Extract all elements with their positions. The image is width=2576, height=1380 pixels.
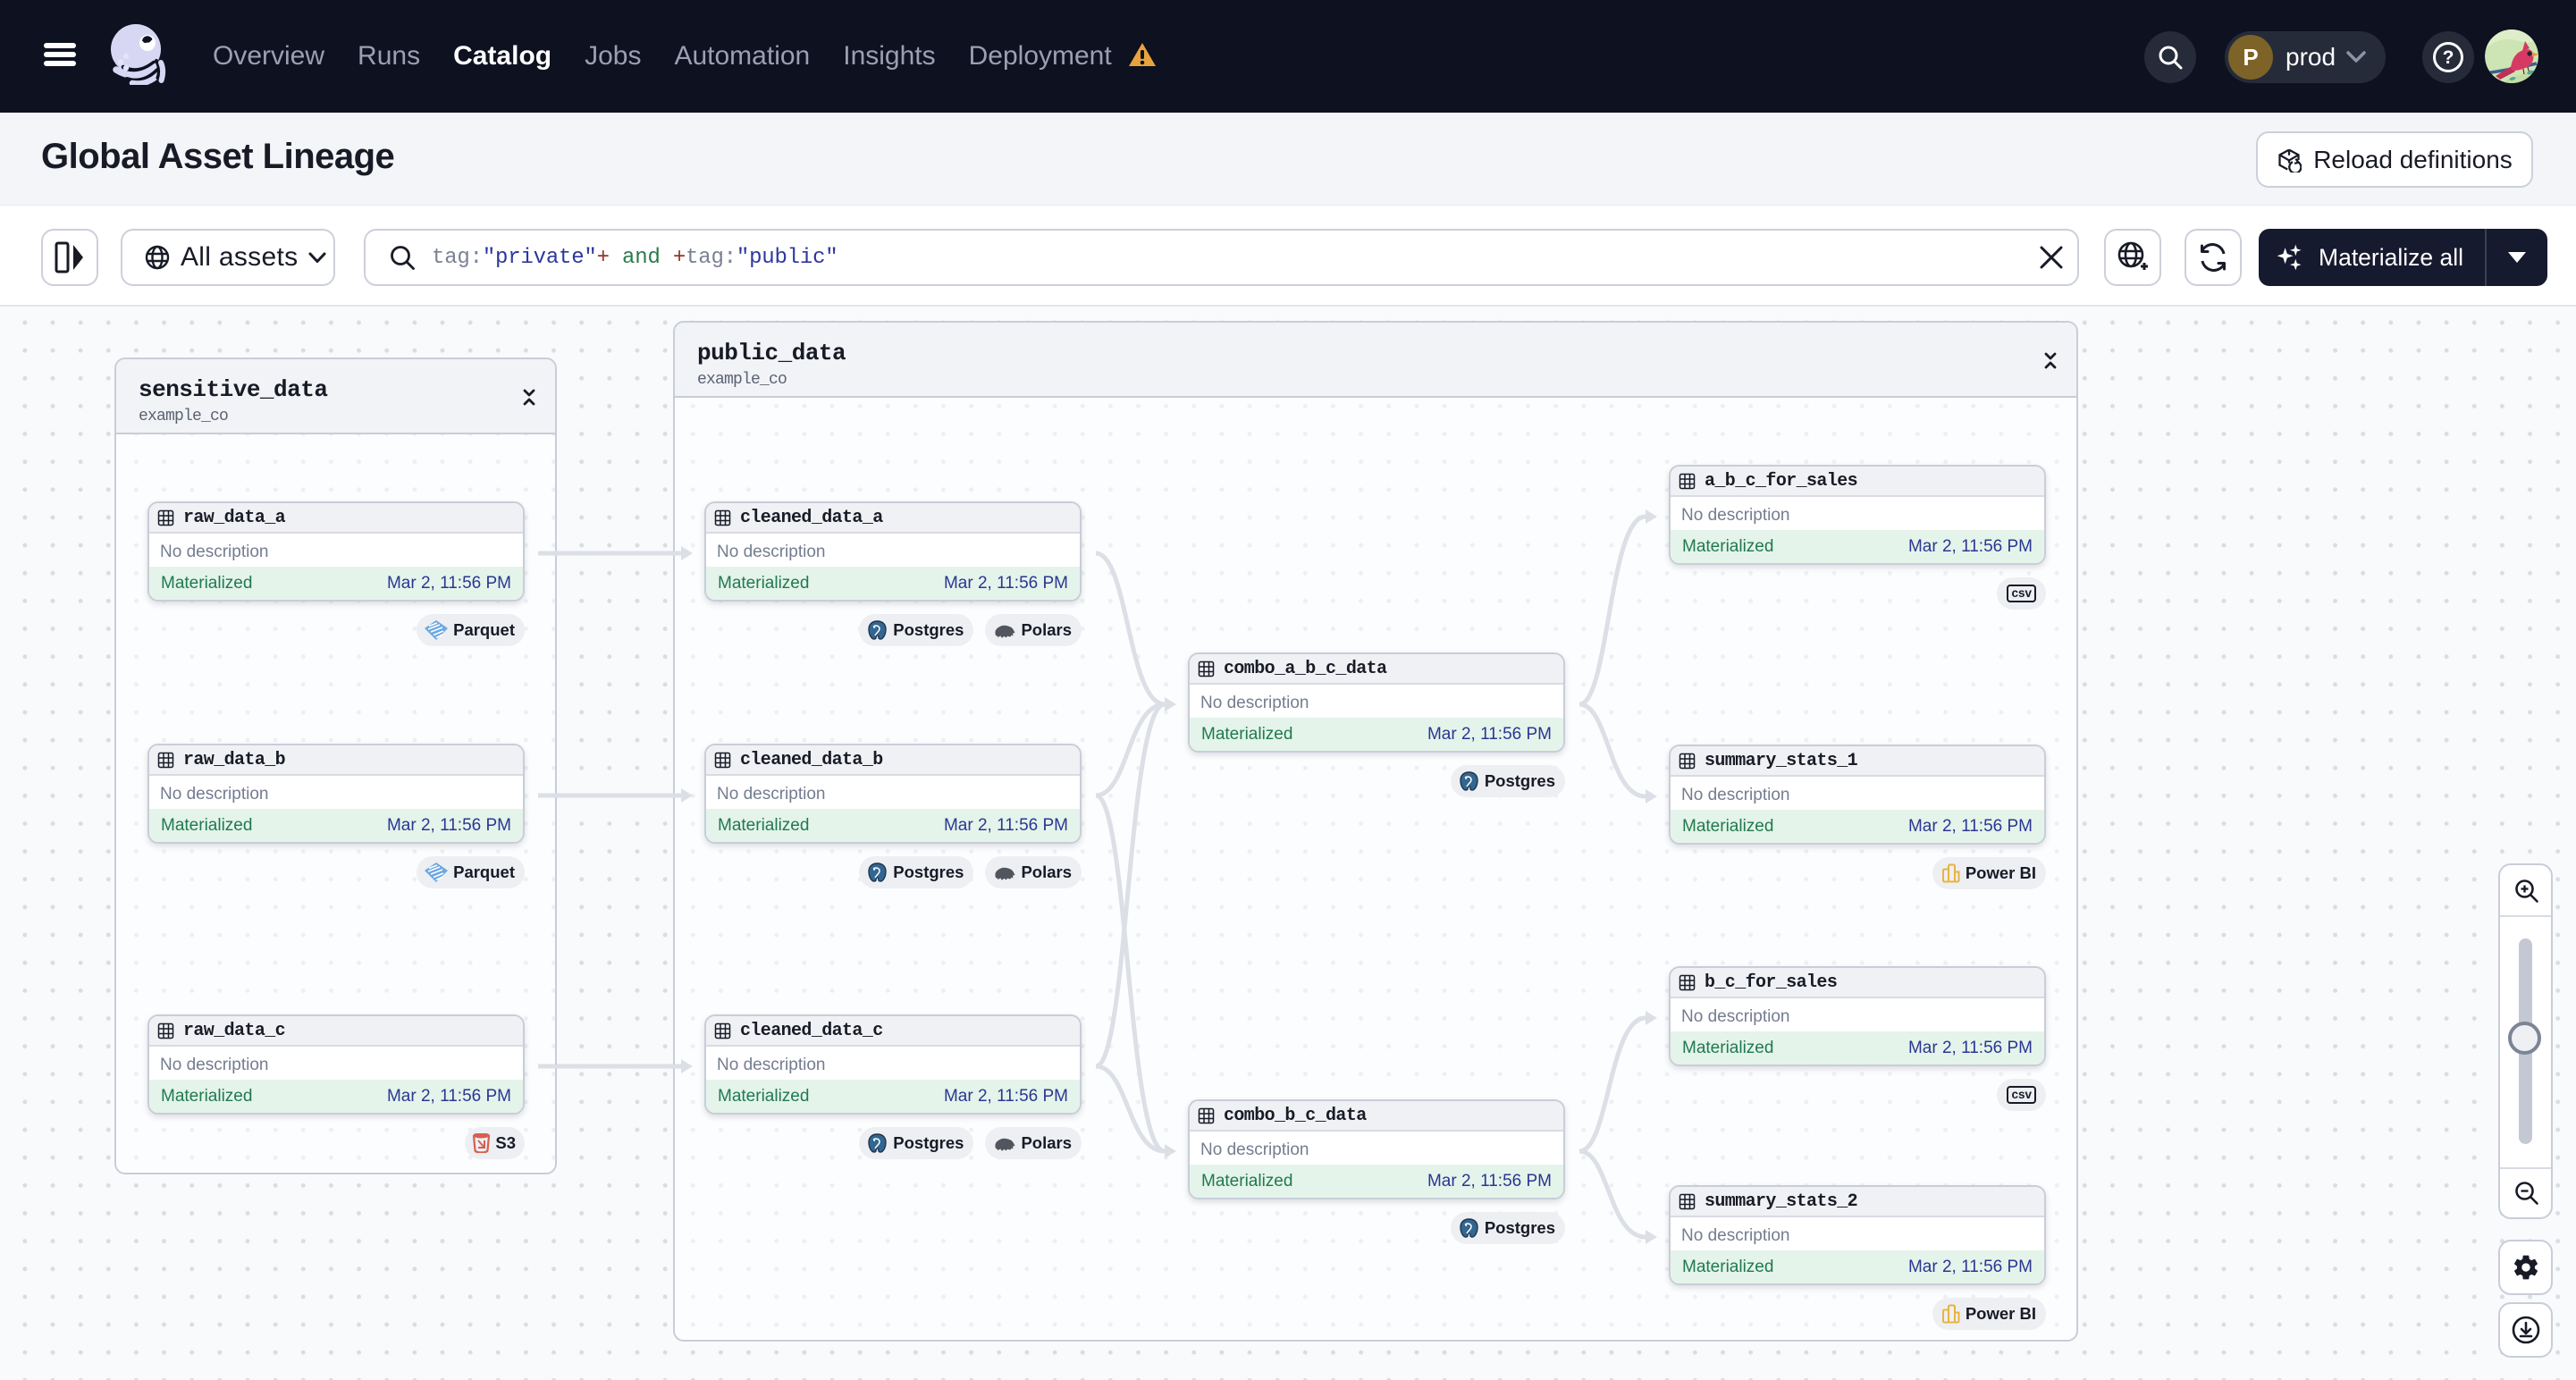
- svg-text:?: ?: [2443, 47, 2454, 68]
